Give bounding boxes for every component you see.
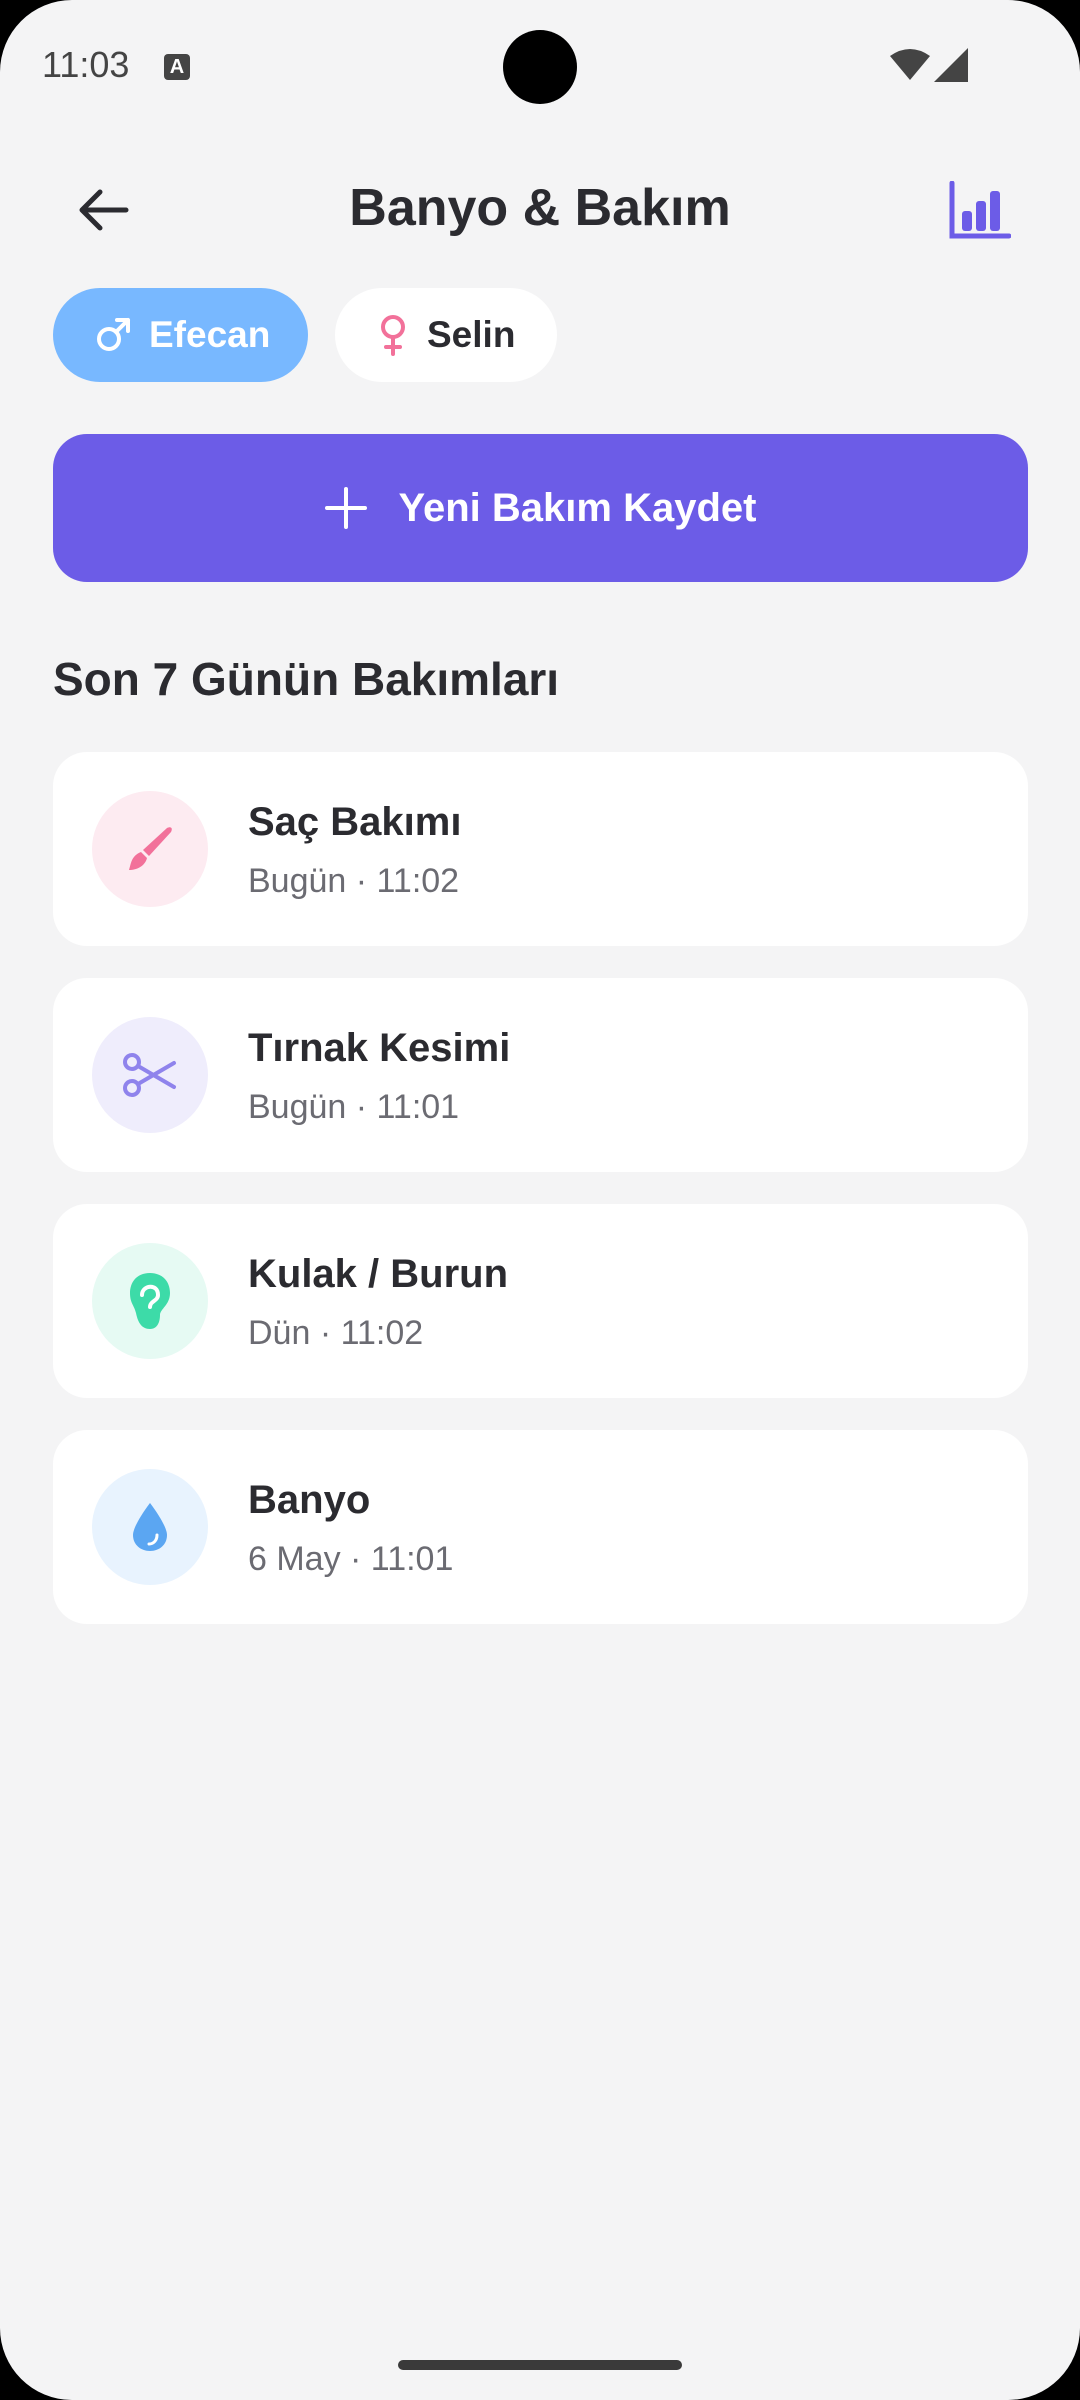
plus-icon — [324, 487, 367, 529]
new-care-record-label: Yeni Bakım Kaydet — [398, 485, 757, 530]
male-icon — [97, 318, 130, 351]
brush-icon — [129, 827, 172, 870]
notification-icon: A — [164, 54, 190, 80]
bar-chart-icon — [949, 181, 1011, 239]
new-care-record-button[interactable]: Yeni Bakım Kaydet — [53, 434, 1028, 582]
record-title: Banyo — [248, 1478, 371, 1522]
screen: 11:03 A Banyo & Bakım Efecan Selin Yeni … — [0, 0, 1080, 2400]
record-icon-circle — [92, 1017, 208, 1133]
female-icon — [381, 315, 405, 356]
record-icon-circle — [92, 1469, 208, 1585]
record-title: Saç Bakımı — [248, 800, 462, 844]
record-icon-circle — [92, 1243, 208, 1359]
care-record-card[interactable]: Banyo 6 May · 11:01 — [53, 1430, 1028, 1624]
page-title: Banyo & Bakım — [349, 179, 731, 237]
camera-cutout — [503, 30, 577, 104]
care-record-card[interactable]: Tırnak Kesimi Bugün · 11:01 — [53, 978, 1028, 1172]
child-chip-label: Efecan — [149, 314, 271, 355]
status-time: 11:03 — [42, 44, 130, 85]
record-title: Tırnak Kesimi — [248, 1026, 511, 1070]
child-chip-efecan[interactable]: Efecan — [53, 288, 308, 382]
statistics-button[interactable] — [940, 170, 1020, 250]
home-indicator[interactable] — [398, 2360, 682, 2370]
record-time: Dün · 11:02 — [248, 1314, 424, 1352]
record-time: Bugün · 11:02 — [248, 862, 460, 900]
record-time: Bugün · 11:01 — [248, 1088, 460, 1126]
wifi-icon — [890, 49, 930, 80]
record-title: Kulak / Burun — [248, 1252, 509, 1296]
water-drop-icon — [133, 1503, 167, 1551]
care-record-card[interactable]: Saç Bakımı Bugün · 11:02 — [53, 752, 1028, 946]
section-title: Son 7 Günün Bakımları — [53, 653, 560, 705]
care-record-card[interactable]: Kulak / Burun Dün · 11:02 — [53, 1204, 1028, 1398]
ear-icon — [130, 1273, 170, 1329]
record-icon-circle — [92, 791, 208, 907]
status-bar: 11:03 A — [0, 0, 1080, 130]
scissors-icon — [123, 1053, 176, 1097]
signal-icon — [934, 48, 968, 82]
child-chip-selin[interactable]: Selin — [335, 288, 557, 382]
record-time: 6 May · 11:01 — [248, 1540, 454, 1578]
child-chip-label: Selin — [427, 314, 516, 355]
